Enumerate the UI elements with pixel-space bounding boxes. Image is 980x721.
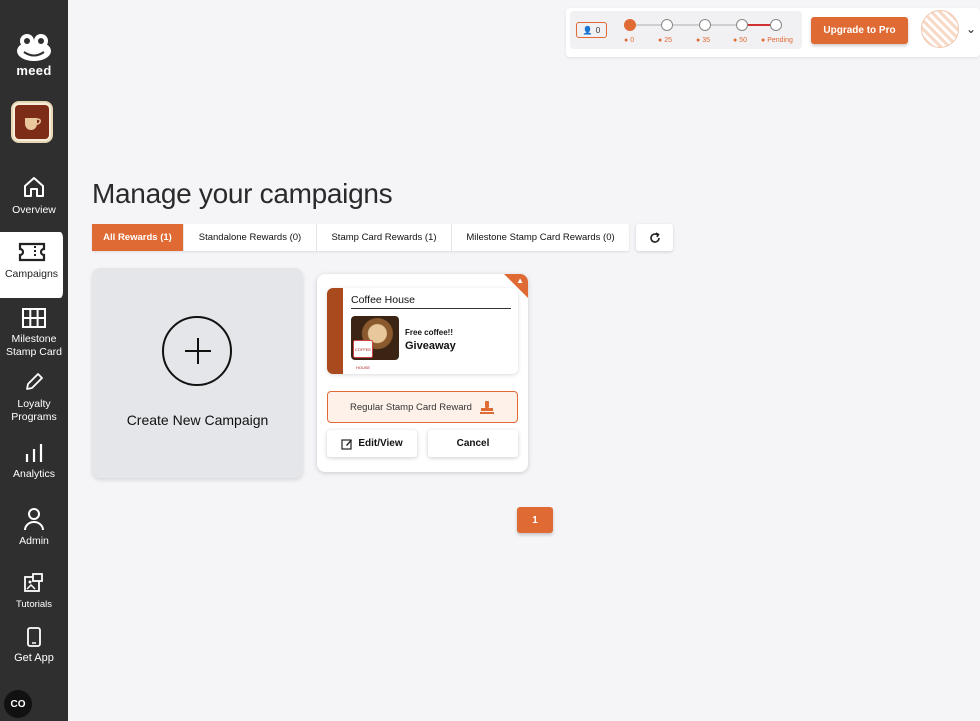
campaign-card: ▲ Coffee House COFFEE HOUSE Free coffee!…: [317, 274, 528, 472]
tier-dot: [770, 19, 782, 31]
pencil-icon: [26, 373, 43, 390]
plus-icon: [162, 316, 232, 386]
sidebar-item-label: Overview: [12, 204, 56, 216]
refresh-button[interactable]: [636, 224, 673, 251]
color-stripe: [327, 288, 343, 374]
upgrade-to-pro-button[interactable]: Upgrade to Pro: [811, 17, 908, 44]
tier-label: ● Pending: [761, 37, 793, 44]
business-logo: COFFEE HOUSE: [353, 340, 373, 370]
page-title: Manage your campaigns: [92, 178, 393, 209]
person-icon: 👤: [582, 25, 593, 35]
sidebar-item-label: Admin: [19, 535, 49, 547]
home-icon: [24, 177, 44, 197]
brand-name: meed: [16, 63, 52, 78]
tier-label: ● 35: [696, 37, 710, 44]
sidebar-item-label: Milestone Stamp Card: [5, 333, 63, 358]
tier-dot: [661, 19, 673, 31]
stamp-icon: ▲: [516, 276, 524, 285]
bar-chart-icon: [25, 444, 43, 462]
sidebar-item-campaigns[interactable]: Campaigns: [0, 232, 66, 298]
tier-track: [630, 24, 742, 26]
store-logo-image: [15, 105, 49, 139]
member-count-badge: 👤 0: [576, 22, 607, 38]
sidebar-item-label: Campaigns: [4, 268, 59, 280]
sidebar: meed Overview Campaigns Milestone Stamp …: [0, 0, 68, 721]
tutorial-icon: [24, 573, 43, 592]
tier-label: ● 50: [733, 37, 747, 44]
sidebar-item-label: Loyalty Programs: [11, 398, 57, 423]
edit-view-button[interactable]: Edit/View: [327, 430, 417, 457]
edit-icon: [341, 438, 353, 450]
chevron-down-icon[interactable]: ⌄: [966, 22, 976, 36]
create-campaign-card[interactable]: Create New Campaign: [92, 268, 303, 478]
sidebar-item-label: Analytics: [12, 468, 55, 480]
divider: [351, 308, 511, 309]
reward-type-short: Giveaway: [405, 340, 456, 352]
cancel-button[interactable]: Cancel: [428, 430, 518, 457]
tier-dot: [736, 19, 748, 31]
sidebar-item-milestone-stamp-card[interactable]: Milestone Stamp Card: [0, 307, 68, 359]
reward-title: Free coffee!!: [405, 328, 454, 337]
tab-standalone-rewards[interactable]: Standalone Rewards (0): [184, 224, 317, 251]
tier-dot: [699, 19, 711, 31]
stamp-icon: [480, 401, 494, 414]
pagination-page-button[interactable]: 1: [517, 507, 553, 533]
tab-all-rewards[interactable]: All Rewards (1): [92, 224, 184, 251]
tier-progress: 👤 0 ● 0 ● 25 ● 35 ● 50 ● Pending: [570, 11, 802, 49]
reward-filter-tabs: All Rewards (1) Standalone Rewards (0) S…: [92, 224, 629, 251]
brand-logo[interactable]: meed: [0, 32, 68, 78]
sidebar-item-label: Tutorials: [15, 599, 53, 610]
sidebar-item-overview[interactable]: Overview: [0, 174, 68, 217]
tier-dot-checked: [624, 19, 636, 31]
sidebar-item-loyalty-programs[interactable]: Loyalty Programs: [0, 370, 68, 424]
refresh-icon: [649, 231, 660, 243]
sidebar-item-label: Get App: [14, 652, 54, 664]
phone-icon: [27, 627, 41, 647]
sidebar-item-get-app[interactable]: Get App: [0, 626, 68, 665]
chat-widget-button[interactable]: CO: [4, 690, 32, 718]
reward-preview: Coffee House COFFEE HOUSE Free coffee!! …: [327, 288, 518, 374]
store-avatar[interactable]: [11, 101, 53, 143]
sidebar-item-analytics[interactable]: Analytics: [0, 442, 68, 481]
tab-stamp-card-rewards[interactable]: Stamp Card Rewards (1): [317, 224, 452, 251]
create-campaign-label: Create New Campaign: [126, 412, 269, 428]
frog-logo-icon: [17, 34, 51, 61]
reward-type-badge: Regular Stamp Card Reward: [327, 391, 518, 423]
grid-icon: [22, 308, 46, 328]
business-name: Coffee House: [351, 294, 416, 306]
ticket-icon: [18, 242, 45, 262]
sidebar-item-admin[interactable]: Admin: [0, 507, 68, 548]
top-bar: 👤 0 ● 0 ● 25 ● 35 ● 50 ● Pending Upgrade…: [566, 8, 980, 57]
tab-milestone-stamp-card-rewards[interactable]: Milestone Stamp Card Rewards (0): [452, 224, 629, 251]
user-icon: [24, 508, 44, 531]
sidebar-item-tutorials[interactable]: Tutorials: [0, 572, 68, 611]
tier-label: ● 25: [658, 37, 672, 44]
user-avatar[interactable]: [921, 10, 959, 48]
tier-label: ● 0: [624, 37, 635, 44]
